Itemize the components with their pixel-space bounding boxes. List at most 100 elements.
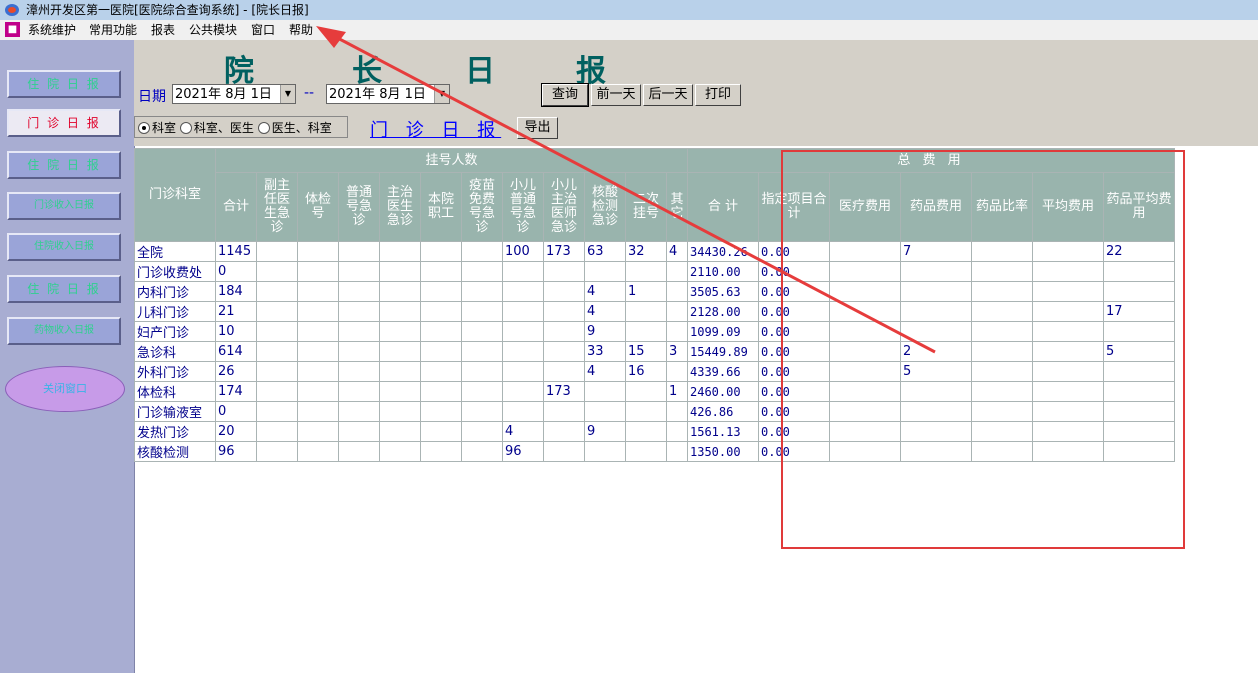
- reg-cell[interactable]: [379, 341, 421, 362]
- reg-cell[interactable]: [420, 341, 462, 362]
- dept-cell[interactable]: 儿科门诊: [134, 301, 216, 322]
- nav-button-5[interactable]: 住院收入日报: [7, 233, 121, 261]
- reg-cell[interactable]: [502, 261, 544, 282]
- reg-cell[interactable]: [420, 381, 462, 402]
- chevron-down-icon[interactable]: ▼: [280, 85, 295, 103]
- reg-cell[interactable]: [338, 421, 380, 442]
- reg-cell[interactable]: [625, 421, 667, 442]
- reg-cell[interactable]: [338, 441, 380, 462]
- fee-cell[interactable]: 1350.00: [687, 441, 759, 462]
- fee-cell[interactable]: 15449.89: [687, 341, 759, 362]
- reg-cell[interactable]: [666, 441, 688, 462]
- reg-cell[interactable]: [420, 261, 462, 282]
- reg-cell[interactable]: 20: [215, 421, 257, 442]
- date-from-picker[interactable]: 2021年 8月 1日 ▼: [172, 84, 296, 104]
- nav-button-7[interactable]: 药物收入日报: [7, 317, 121, 345]
- fee-cell[interactable]: 2460.00: [687, 381, 759, 402]
- reg-cell[interactable]: [502, 381, 544, 402]
- reg-cell[interactable]: 1: [625, 281, 667, 302]
- reg-cell[interactable]: [256, 381, 298, 402]
- reg-cell[interactable]: [625, 261, 667, 282]
- menu-common[interactable]: 常用功能: [87, 20, 139, 40]
- reg-cell[interactable]: [297, 421, 339, 442]
- reg-cell[interactable]: [543, 341, 585, 362]
- reg-cell[interactable]: [297, 401, 339, 422]
- reg-cell[interactable]: [461, 441, 503, 462]
- fee-cell[interactable]: 1561.13: [687, 421, 759, 442]
- reg-cell[interactable]: [502, 321, 544, 342]
- dept-cell[interactable]: 门诊输液室: [134, 401, 216, 422]
- reg-cell[interactable]: [584, 261, 626, 282]
- close-window-button[interactable]: 关闭窗口: [5, 366, 125, 412]
- reg-cell[interactable]: [461, 321, 503, 342]
- nav-button-1[interactable]: 住 院 日 报: [7, 70, 121, 98]
- export-button[interactable]: 导出: [517, 117, 558, 139]
- reg-cell[interactable]: [256, 321, 298, 342]
- radio-dept[interactable]: [138, 121, 150, 134]
- reg-cell[interactable]: [256, 341, 298, 362]
- reg-cell[interactable]: 184: [215, 281, 257, 302]
- reg-cell[interactable]: [543, 401, 585, 422]
- reg-cell[interactable]: 9: [584, 421, 626, 442]
- reg-cell[interactable]: [502, 361, 544, 382]
- reg-cell[interactable]: [338, 401, 380, 422]
- dept-cell[interactable]: 核酸检测: [134, 441, 216, 462]
- reg-cell[interactable]: 4: [666, 241, 688, 262]
- reg-cell[interactable]: [502, 301, 544, 322]
- reg-cell[interactable]: [461, 261, 503, 282]
- reg-cell[interactable]: [338, 381, 380, 402]
- reg-cell[interactable]: [461, 281, 503, 302]
- reg-cell[interactable]: [543, 361, 585, 382]
- dept-cell[interactable]: 妇产门诊: [134, 321, 216, 342]
- reg-cell[interactable]: [502, 341, 544, 362]
- menu-public[interactable]: 公共模块: [187, 20, 239, 40]
- reg-cell[interactable]: [379, 401, 421, 422]
- reg-cell[interactable]: [461, 421, 503, 442]
- reg-cell[interactable]: [543, 421, 585, 442]
- reg-cell[interactable]: [297, 321, 339, 342]
- reg-cell[interactable]: [338, 241, 380, 262]
- reg-cell[interactable]: [297, 361, 339, 382]
- reg-cell[interactable]: [625, 441, 667, 462]
- reg-cell[interactable]: 63: [584, 241, 626, 262]
- query-button[interactable]: 查询: [541, 83, 589, 107]
- reg-cell[interactable]: [379, 321, 421, 342]
- radio-dept-doctor[interactable]: [179, 121, 192, 134]
- reg-cell[interactable]: [256, 441, 298, 462]
- reg-cell[interactable]: [666, 261, 688, 282]
- reg-cell[interactable]: [297, 381, 339, 402]
- reg-cell[interactable]: [666, 421, 688, 442]
- radio-doctor-dept[interactable]: [257, 121, 270, 134]
- reg-cell[interactable]: 4: [584, 281, 626, 302]
- reg-cell[interactable]: 173: [543, 381, 585, 402]
- reg-cell[interactable]: [420, 301, 462, 322]
- reg-cell[interactable]: [297, 301, 339, 322]
- reg-cell[interactable]: [379, 241, 421, 262]
- reg-cell[interactable]: [420, 441, 462, 462]
- menu-help[interactable]: 帮助: [287, 20, 315, 40]
- reg-cell[interactable]: [256, 361, 298, 382]
- report-name-link[interactable]: 门 诊 日 报: [370, 116, 501, 142]
- reg-cell[interactable]: [256, 401, 298, 422]
- dept-cell[interactable]: 全院: [134, 241, 216, 262]
- reg-cell[interactable]: 173: [543, 241, 585, 262]
- reg-cell[interactable]: [420, 361, 462, 382]
- reg-cell[interactable]: [256, 301, 298, 322]
- fee-cell[interactable]: 4339.66: [687, 361, 759, 382]
- reg-cell[interactable]: [297, 281, 339, 302]
- reg-cell[interactable]: [256, 421, 298, 442]
- reg-cell[interactable]: [461, 401, 503, 422]
- reg-cell[interactable]: [379, 261, 421, 282]
- reg-cell[interactable]: [625, 401, 667, 422]
- reg-cell[interactable]: [420, 421, 462, 442]
- nav-button-3[interactable]: 住 院 日 报: [7, 151, 121, 179]
- reg-cell[interactable]: 15: [625, 341, 667, 362]
- reg-cell[interactable]: 9: [584, 321, 626, 342]
- reg-cell[interactable]: [584, 381, 626, 402]
- reg-cell[interactable]: [625, 321, 667, 342]
- reg-cell[interactable]: [297, 441, 339, 462]
- reg-cell[interactable]: [338, 281, 380, 302]
- reg-cell[interactable]: [584, 441, 626, 462]
- reg-cell[interactable]: [297, 261, 339, 282]
- dept-cell[interactable]: 内科门诊: [134, 281, 216, 302]
